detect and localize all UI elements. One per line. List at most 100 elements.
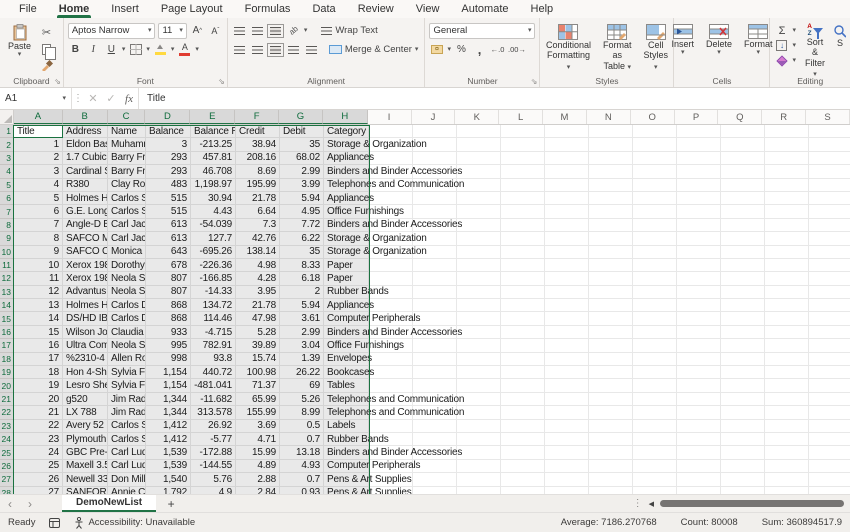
cell-C11[interactable]: Dorothy Ba — [108, 258, 146, 273]
cell-N2[interactable] — [589, 138, 633, 152]
cell-R26[interactable] — [765, 459, 809, 474]
cell-Q11[interactable] — [721, 258, 765, 273]
column-header-I[interactable]: I — [368, 110, 412, 124]
cell-O24[interactable] — [633, 432, 677, 447]
align-bottom-button[interactable] — [266, 23, 284, 38]
cell-L10[interactable] — [501, 245, 545, 259]
row-header-17[interactable]: 17 — [0, 339, 14, 353]
cell-E11[interactable]: -226.36 — [191, 258, 236, 273]
cell-J19[interactable] — [413, 366, 457, 380]
column-header-Q[interactable]: Q — [718, 110, 763, 124]
cell-K18[interactable] — [457, 352, 501, 367]
cell-R22[interactable] — [765, 406, 809, 420]
cell-A9[interactable]: 8 — [14, 232, 63, 246]
cell-L15[interactable] — [501, 312, 545, 326]
cell-L5[interactable] — [501, 178, 545, 192]
increase-indent-button[interactable] — [304, 42, 319, 57]
cell-G22[interactable]: 8.99 — [280, 406, 324, 420]
cell-J17[interactable] — [413, 339, 457, 353]
cell-I3[interactable] — [369, 151, 413, 166]
accounting-format-button[interactable]: ¤ — [429, 42, 444, 57]
cell-P8[interactable] — [677, 218, 721, 233]
cell-K24[interactable] — [457, 432, 501, 447]
percent-style-button[interactable]: % — [454, 42, 469, 57]
cell-S15[interactable] — [809, 312, 850, 326]
cell-D18[interactable]: 998 — [146, 352, 191, 367]
cell-M12[interactable] — [545, 272, 589, 286]
cell-P21[interactable] — [677, 392, 721, 407]
cell-I11[interactable] — [369, 258, 413, 273]
cell-F18[interactable]: 15.74 — [236, 352, 280, 367]
cell-J18[interactable] — [413, 352, 457, 367]
cell-A10[interactable]: 9 — [14, 245, 63, 259]
cell-K26[interactable] — [457, 459, 501, 474]
cell-J11[interactable] — [413, 258, 457, 273]
cell-B25[interactable]: GBC Pre-P — [63, 446, 108, 460]
cell-M23[interactable] — [545, 419, 589, 433]
cell-Q6[interactable] — [721, 191, 765, 206]
cell-D23[interactable]: 1,412 — [146, 419, 191, 433]
cell-L8[interactable] — [501, 218, 545, 233]
cell-R7[interactable] — [765, 205, 809, 219]
row-header-26[interactable]: 26 — [0, 459, 14, 474]
cell-A7[interactable]: 6 — [14, 205, 63, 219]
cancel-icon[interactable]: ✕ — [84, 88, 102, 109]
column-header-P[interactable]: P — [675, 110, 719, 124]
row-header-14[interactable]: 14 — [0, 299, 14, 313]
cell-I19[interactable] — [369, 366, 413, 380]
cell-S5[interactable] — [809, 179, 850, 192]
cell-N16[interactable] — [589, 325, 633, 340]
cell-C15[interactable]: Carlos Dal — [108, 312, 146, 326]
cell-D19[interactable]: 1,154 — [146, 366, 191, 380]
bold-button[interactable]: B — [68, 42, 83, 57]
cell-O17[interactable] — [633, 339, 677, 353]
cell-P14[interactable] — [677, 299, 721, 313]
row-header-25[interactable]: 25 — [0, 446, 14, 460]
cell-A24[interactable]: 23 — [14, 432, 63, 447]
cell-G8[interactable]: 7.72 — [280, 218, 324, 233]
cell-D1[interactable]: Balance — [146, 125, 191, 139]
cell-A8[interactable]: 7 — [14, 218, 63, 233]
cell-P10[interactable] — [677, 245, 721, 259]
cell-H7[interactable]: Office Furnishings — [324, 205, 404, 219]
cell-P25[interactable] — [677, 446, 721, 460]
cell-S11[interactable] — [809, 259, 850, 273]
cell-Q3[interactable] — [721, 151, 765, 166]
cell-A26[interactable]: 25 — [14, 459, 63, 474]
cell-E26[interactable]: -144.55 — [191, 459, 236, 474]
cell-P5[interactable] — [677, 178, 721, 192]
cell-D3[interactable]: 293 — [146, 151, 191, 166]
cell-B28[interactable]: SANFORD — [63, 486, 108, 494]
cell-F26[interactable]: 4.89 — [236, 459, 280, 474]
cell-P2[interactable] — [677, 138, 721, 152]
cell-L16[interactable] — [501, 325, 545, 340]
column-header-E[interactable]: E — [190, 110, 236, 124]
cell-F27[interactable]: 2.88 — [236, 473, 280, 487]
cell-Q9[interactable] — [721, 232, 765, 246]
underline-chevron[interactable]: ▾ — [122, 46, 126, 53]
cell-S13[interactable] — [809, 286, 850, 300]
cell-N1[interactable] — [589, 125, 633, 139]
borders-button[interactable] — [128, 42, 143, 57]
cell-O1[interactable] — [633, 125, 677, 139]
cell-B13[interactable]: Advantus N — [63, 285, 108, 300]
cell-R24[interactable] — [765, 432, 809, 447]
cell-S2[interactable] — [809, 138, 850, 152]
cell-A17[interactable]: 16 — [14, 339, 63, 353]
cell-C7[interactable]: Carlos Solt — [108, 205, 146, 219]
menu-tab-help[interactable]: Help — [520, 0, 565, 18]
cell-D20[interactable]: 1,154 — [146, 379, 191, 393]
cell-K8[interactable] — [457, 218, 501, 233]
cell-C14[interactable]: Carlos Dal — [108, 299, 146, 313]
row-header-21[interactable]: 21 — [0, 392, 14, 407]
cell-B21[interactable]: g520 — [63, 392, 108, 407]
cell-D8[interactable]: 613 — [146, 218, 191, 233]
cell-E12[interactable]: -166.85 — [191, 272, 236, 286]
formula-input[interactable]: Title — [138, 88, 850, 109]
cell-D21[interactable]: 1,344 — [146, 392, 191, 407]
cell-K19[interactable] — [457, 366, 501, 380]
sheet-nav-left-icon[interactable]: ‹ — [0, 495, 20, 512]
cell-H11[interactable]: Paper — [324, 258, 369, 273]
cell-R2[interactable] — [765, 138, 809, 152]
cell-D5[interactable]: 483 — [146, 178, 191, 192]
